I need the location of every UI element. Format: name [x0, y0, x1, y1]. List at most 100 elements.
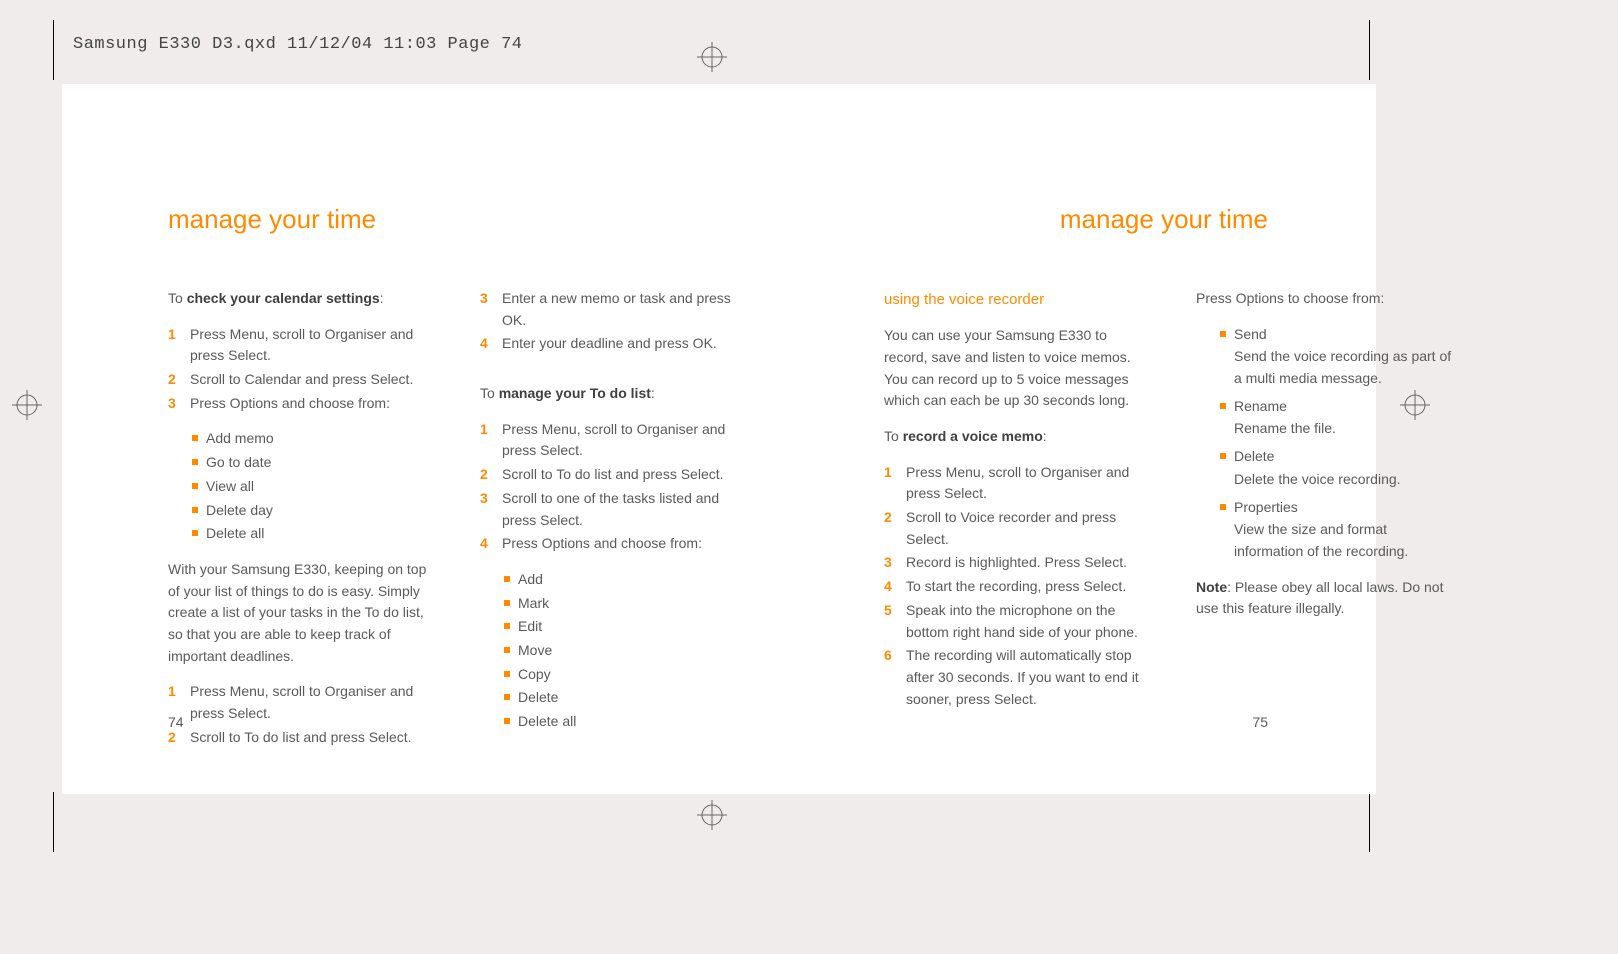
ordered-list: 1Press Menu, scroll to Organiser and pre…	[168, 681, 428, 748]
text: :	[380, 290, 384, 306]
step-text: The recording will automatically stop af…	[906, 645, 1144, 710]
step-number: 4	[480, 533, 492, 555]
bullet-item: Delete	[504, 687, 740, 709]
step-number: 1	[480, 419, 492, 462]
paragraph: With your Samsung E330, keeping on top o…	[168, 559, 428, 667]
text: To	[168, 290, 187, 306]
bullet-item: Properties View the size and format info…	[1220, 497, 1456, 563]
step-text: Press Options and choose from:	[502, 533, 702, 555]
trim-mark	[53, 20, 54, 80]
bullet-item: Edit	[504, 616, 740, 638]
step-text: Press Menu, scroll to Organiser and pres…	[190, 324, 428, 367]
bullet-list: Send Send the voice recording as part of…	[1220, 324, 1456, 563]
paragraph: You can use your Samsung E330 to record,…	[884, 325, 1144, 412]
bullet-title: Rename	[1234, 398, 1287, 414]
step-number: 4	[480, 333, 492, 355]
intro-line: To check your calendar settings:	[168, 288, 428, 310]
note-label: Note	[1196, 579, 1227, 595]
step-text: Scroll to one of the tasks listed and pr…	[502, 488, 740, 531]
step-text: Press Options and choose from:	[190, 393, 390, 415]
text: :	[651, 385, 655, 401]
bullet-item: View all	[192, 476, 428, 498]
bullet-item: Go to date	[192, 452, 428, 474]
bullet-title: Send	[1234, 326, 1267, 342]
step-text: Press Menu, scroll to Organiser and pres…	[502, 419, 740, 462]
bullet-title: Delete	[1234, 448, 1274, 464]
column-1: To check your calendar settings: 1Press …	[168, 288, 428, 762]
bullet-desc: Rename the file.	[1234, 418, 1456, 440]
note-body: : Please obey all local laws. Do not use…	[1196, 579, 1443, 617]
bullet-item: Add	[504, 569, 740, 591]
gutter	[792, 288, 832, 762]
bullet-list: Add memo Go to date View all Delete day …	[192, 428, 428, 544]
bullet-desc: Send the voice recording as part of a mu…	[1234, 346, 1456, 389]
body-columns: To check your calendar settings: 1Press …	[168, 288, 1398, 762]
note-paragraph: Note: Please obey all local laws. Do not…	[1196, 577, 1456, 620]
step-number: 5	[884, 600, 896, 643]
column-4: Press Options to choose from: Send Send …	[1196, 288, 1456, 762]
step-text: Record is highlighted. Press Select.	[906, 552, 1127, 574]
page-number-left: 74	[168, 714, 184, 730]
text: :	[1043, 428, 1047, 444]
text: To	[480, 385, 499, 401]
trim-mark	[53, 792, 54, 852]
text-bold: record a voice memo	[903, 428, 1043, 444]
bullet-list: Add Mark Edit Move Copy Delete Delete al…	[504, 569, 740, 733]
step-number: 3	[480, 488, 492, 531]
bullet-title: Properties	[1234, 499, 1298, 515]
step-number: 1	[884, 462, 896, 505]
bullet-item: Delete all	[504, 711, 740, 733]
step-text: Enter your deadline and press OK.	[502, 333, 717, 355]
step-text: Press Menu, scroll to Organiser and pres…	[190, 681, 428, 724]
section-title: using the voice recorder	[884, 288, 1144, 311]
step-number: 2	[480, 464, 492, 486]
registration-mark-icon	[12, 390, 42, 420]
registration-mark-icon	[697, 42, 727, 72]
registration-mark-icon	[697, 800, 727, 830]
bullet-item: Delete Delete the voice recording.	[1220, 446, 1456, 490]
bullet-item: Add memo	[192, 428, 428, 450]
intro-line: To record a voice memo:	[884, 426, 1144, 448]
text: To	[884, 428, 903, 444]
page-spread: manage your time manage your time To che…	[62, 84, 1376, 794]
step-text: Scroll to Voice recorder and press Selec…	[906, 507, 1144, 550]
step-number: 2	[884, 507, 896, 550]
bullet-item: Move	[504, 640, 740, 662]
bullet-desc: Delete the voice recording.	[1234, 469, 1456, 491]
step-text: Scroll to Calendar and press Select.	[190, 369, 413, 391]
step-text: Scroll to To do list and press Select.	[190, 727, 412, 749]
intro-line: Press Options to choose from:	[1196, 288, 1456, 310]
page-title-left: manage your time	[168, 204, 376, 235]
bullet-item: Delete all	[192, 523, 428, 545]
step-number: 6	[884, 645, 896, 710]
page-number-right: 75	[1252, 714, 1268, 730]
step-text: Speak into the microphone on the bottom …	[906, 600, 1144, 643]
step-text: To start the recording, press Select.	[906, 576, 1126, 598]
step-text: Enter a new memo or task and press OK.	[502, 288, 740, 331]
bullet-item: Send Send the voice recording as part of…	[1220, 324, 1456, 390]
text-bold: check your calendar settings	[187, 290, 380, 306]
trim-mark	[1369, 20, 1370, 80]
column-2: 3Enter a new memo or task and press OK. …	[480, 288, 740, 762]
ordered-list: 1Press Menu, scroll to Organiser and pre…	[884, 462, 1144, 711]
intro-line: To manage your To do list:	[480, 383, 740, 405]
step-number: 4	[884, 576, 896, 598]
bullet-item: Copy	[504, 664, 740, 686]
print-slug: Samsung E330 D3.qxd 11/12/04 11:03 Page …	[73, 35, 522, 54]
step-text: Scroll to To do list and press Select.	[502, 464, 724, 486]
bullet-item: Rename Rename the file.	[1220, 396, 1456, 440]
page-title-right: manage your time	[1060, 204, 1268, 235]
step-number: 3	[480, 288, 492, 331]
column-3: using the voice recorder You can use you…	[884, 288, 1144, 762]
trim-mark	[1369, 792, 1370, 852]
step-number: 1	[168, 324, 180, 367]
bullet-desc: View the size and format information of …	[1234, 519, 1456, 562]
text-bold: manage your To do list	[499, 385, 651, 401]
bullet-item: Mark	[504, 593, 740, 615]
step-number: 3	[884, 552, 896, 574]
ordered-list: 3Enter a new memo or task and press OK. …	[480, 288, 740, 355]
step-text: Press Menu, scroll to Organiser and pres…	[906, 462, 1144, 505]
ordered-list: 1Press Menu, scroll to Organiser and pre…	[168, 324, 428, 415]
ordered-list: 1Press Menu, scroll to Organiser and pre…	[480, 419, 740, 555]
bullet-item: Delete day	[192, 500, 428, 522]
